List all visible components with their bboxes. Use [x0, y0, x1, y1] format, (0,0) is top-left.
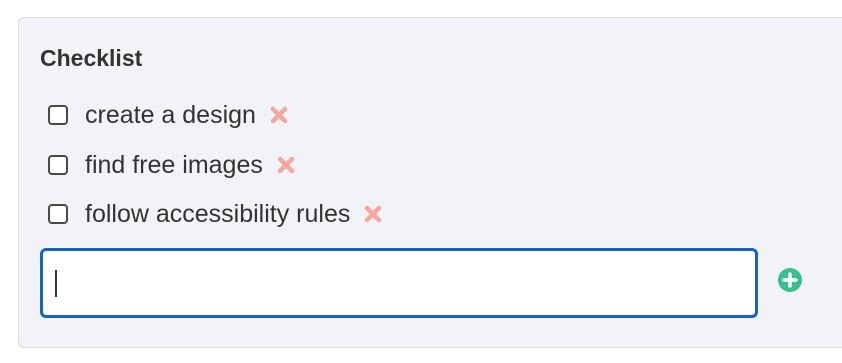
plus-circle-icon: [778, 268, 802, 292]
delete-item-button[interactable]: [269, 105, 289, 125]
checklist-title: Checklist: [40, 45, 143, 71]
delete-item-button[interactable]: [363, 204, 383, 224]
item-checkbox[interactable]: [48, 204, 68, 224]
new-item-field: [40, 248, 758, 318]
new-item-input[interactable]: [43, 251, 755, 315]
close-icon: [365, 205, 382, 223]
item-label: create a design: [85, 101, 256, 129]
item-checkbox[interactable]: [48, 155, 68, 175]
checklist-item: create a design: [48, 100, 289, 130]
item-label: find free images: [85, 151, 263, 179]
item-checkbox[interactable]: [48, 105, 68, 125]
close-icon: [277, 156, 295, 174]
checklist-item: follow accessibility rules: [48, 199, 383, 229]
checklist-item: find free images: [48, 150, 296, 180]
item-label: follow accessibility rules: [85, 200, 351, 228]
add-item-button[interactable]: [778, 268, 802, 292]
text-cursor: [55, 270, 57, 297]
delete-item-button[interactable]: [276, 155, 296, 175]
close-icon: [270, 106, 288, 124]
checklist-panel: Checklist create a design find free imag…: [18, 17, 842, 348]
